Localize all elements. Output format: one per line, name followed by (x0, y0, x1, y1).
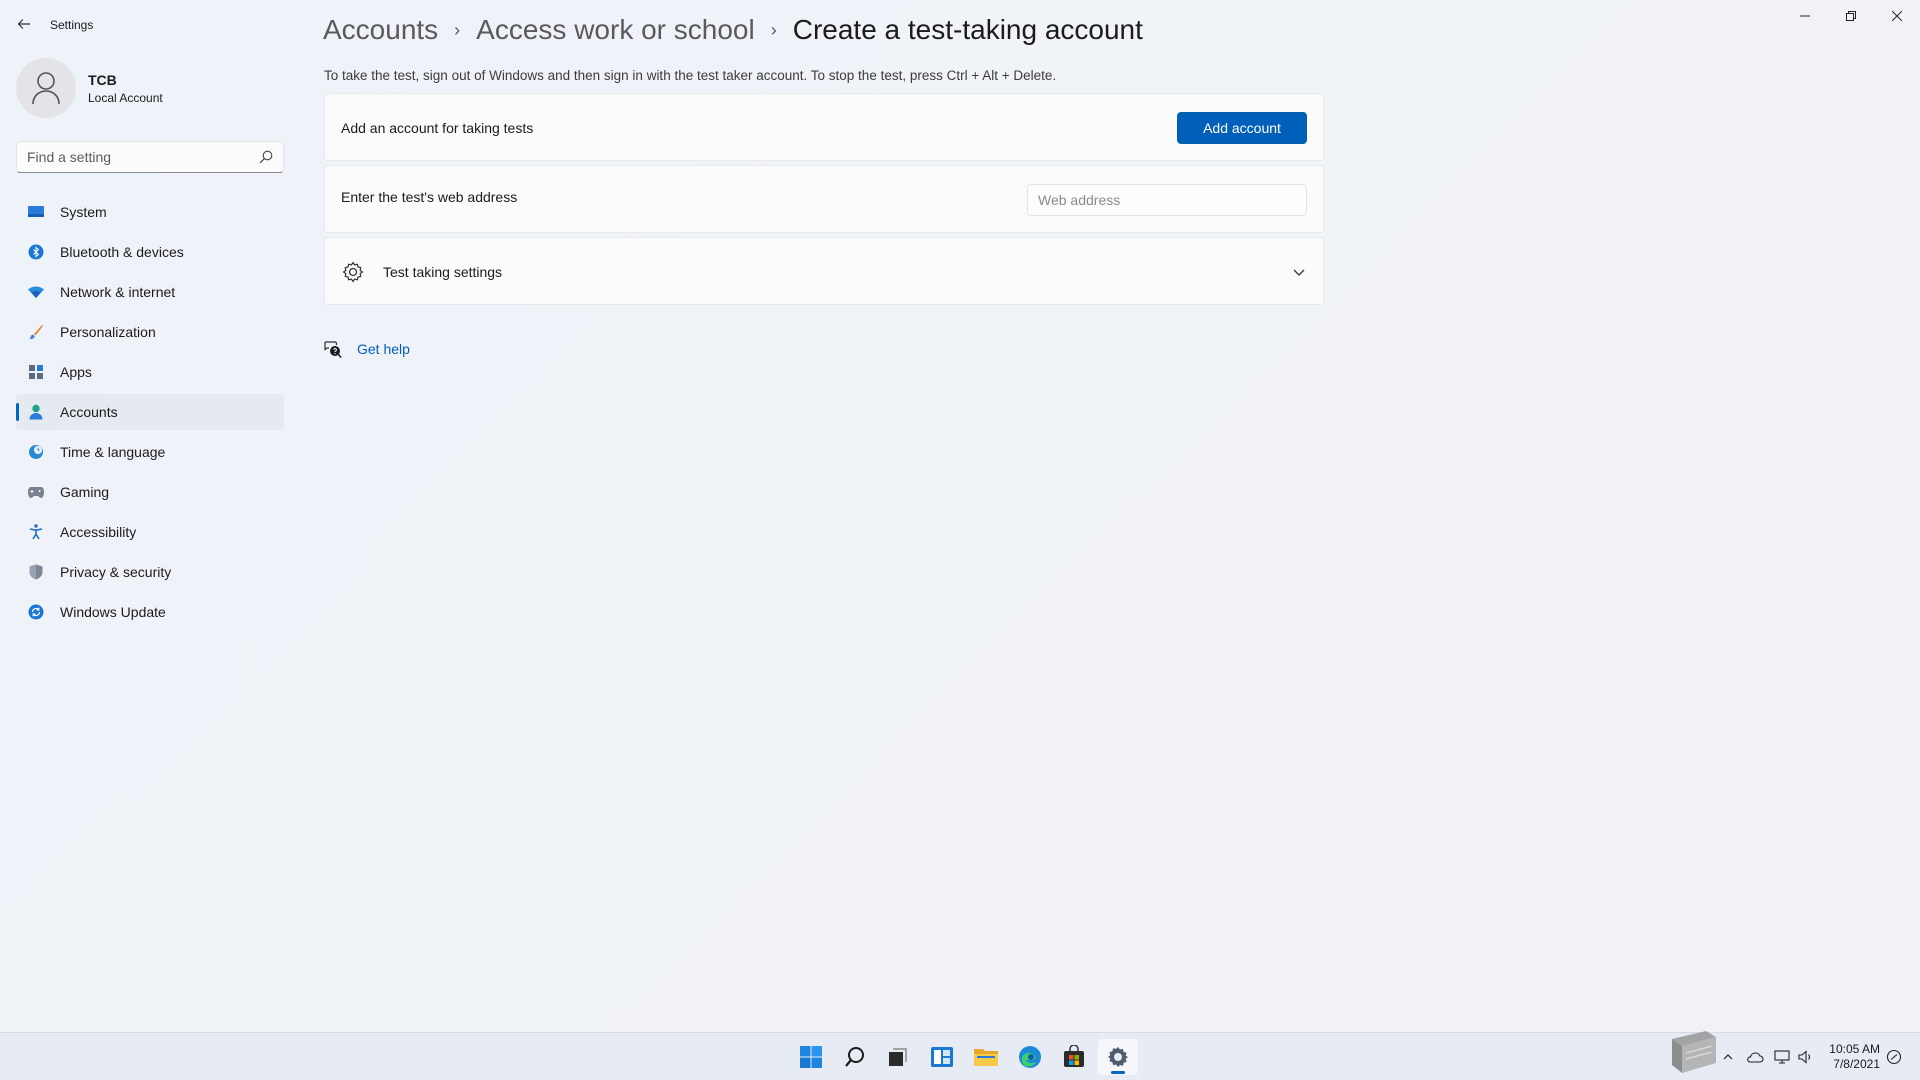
sidebar-item-label: Apps (60, 364, 92, 380)
shield-icon (28, 564, 44, 580)
edge-button[interactable] (1010, 1039, 1050, 1075)
file-explorer-button[interactable] (966, 1039, 1006, 1075)
sidebar-item-privacy-security[interactable]: Privacy & security (16, 554, 284, 590)
clock-date: 7/8/2021 (1833, 1057, 1880, 1071)
maximize-button[interactable] (1828, 0, 1874, 32)
task-view-icon (889, 1048, 907, 1066)
settings-search[interactable] (16, 141, 284, 173)
close-icon (1892, 11, 1902, 21)
breadcrumb-separator: › (454, 19, 461, 40)
test-taking-settings-label: Test taking settings (383, 264, 503, 280)
web-address-input[interactable] (1027, 184, 1307, 216)
breadcrumb-separator: › (770, 19, 777, 40)
sidebar-item-label: Windows Update (60, 604, 166, 620)
back-button[interactable] (12, 12, 36, 36)
sidebar-item-accessibility[interactable]: Accessibility (16, 514, 284, 550)
edge-icon (1019, 1046, 1041, 1068)
brush-icon (28, 324, 44, 340)
sidebar-item-label: Accessibility (60, 524, 137, 540)
clock-time: 10:05 AM (1829, 1042, 1880, 1056)
settings-taskbar-button[interactable] (1098, 1039, 1138, 1075)
sidebar-item-accounts[interactable]: Accounts (16, 394, 284, 430)
start-button[interactable] (791, 1039, 831, 1075)
page-description: To take the test, sign out of Windows an… (324, 68, 1057, 83)
sidebar-item-label: Network & internet (60, 284, 176, 300)
sidebar-item-label: Personalization (60, 324, 156, 340)
add-account-button[interactable]: Add account (1177, 112, 1307, 144)
search-input[interactable] (27, 149, 259, 165)
taskbar-search-button[interactable] (835, 1039, 875, 1075)
web-address-label: Enter the test's web address (341, 189, 518, 205)
start-icon (800, 1046, 822, 1068)
sidebar-item-bluetooth[interactable]: Bluetooth & devices (16, 234, 284, 270)
bluetooth-icon (28, 244, 44, 260)
sidebar-item-personalization[interactable]: Personalization (16, 314, 284, 350)
notification-icon[interactable] (1886, 1049, 1902, 1065)
update-icon (28, 604, 44, 620)
sidebar-item-label: Gaming (60, 484, 110, 500)
chevron-up-icon[interactable] (1722, 1051, 1734, 1063)
task-view-button[interactable] (878, 1039, 918, 1075)
sidebar-item-label: Privacy & security (60, 564, 172, 580)
monitor-icon (28, 204, 44, 220)
sidebar-item-label: System (60, 204, 107, 220)
taskbar: 10:05 AM 7/8/2021 (0, 1032, 1920, 1080)
sidebar-item-label: Accounts (60, 404, 118, 420)
sidebar-item-gaming[interactable]: Gaming (16, 474, 284, 510)
file-explorer-icon (974, 1049, 998, 1066)
network-monitor-icon[interactable] (1774, 1050, 1790, 1064)
sidebar-item-system[interactable]: System (16, 194, 284, 230)
minimize-button[interactable] (1782, 0, 1828, 32)
avatar (16, 58, 76, 118)
sidebar-item-label: Bluetooth & devices (60, 244, 184, 260)
page-title: Create a test-taking account (792, 14, 1143, 45)
get-help[interactable]: Get help (323, 339, 410, 359)
sidebar-nav: System Bluetooth & devices Network & int… (16, 194, 284, 634)
taskbar-clock[interactable]: 10:05 AM 7/8/2021 (1820, 1042, 1880, 1072)
sidebar-item-label: Time & language (60, 444, 166, 460)
add-account-label: Add an account for taking tests (341, 120, 534, 136)
widgets-icon (931, 1047, 953, 1067)
get-help-link[interactable]: Get help (357, 341, 410, 357)
gamepad-icon (28, 484, 44, 500)
person-icon (28, 404, 44, 420)
profile-account-type: Local Account (88, 91, 163, 105)
breadcrumb-accounts[interactable]: Accounts (323, 14, 438, 46)
widgets-button[interactable] (922, 1039, 962, 1075)
close-button[interactable] (1874, 0, 1920, 32)
sidebar-item-network[interactable]: Network & internet (16, 274, 284, 310)
restore-icon (1846, 11, 1856, 21)
minimize-icon (1800, 15, 1810, 17)
store-icon (1064, 1045, 1084, 1067)
web-address-card: Enter the test's web address (324, 165, 1324, 233)
add-account-card: Add an account for taking tests Add acco… (324, 93, 1324, 161)
globe-clock-icon (28, 444, 44, 460)
apps-icon (28, 364, 44, 380)
profile-name: TCB (88, 72, 117, 88)
sidebar-item-apps[interactable]: Apps (16, 354, 284, 390)
cloud-icon[interactable] (1746, 1051, 1764, 1063)
breadcrumb-access-work-school[interactable]: Access work or school (476, 14, 755, 46)
help-chat-icon (324, 341, 342, 358)
breadcrumb: Accounts › Access work or school › Creat… (323, 10, 1143, 50)
volume-icon[interactable] (1798, 1050, 1814, 1064)
person-avatar-icon (32, 72, 60, 105)
settings-window: Settings TCB Local Account System Blueto… (0, 0, 1920, 1032)
store-button[interactable] (1054, 1039, 1094, 1075)
back-arrow-icon (17, 19, 30, 29)
settings-icon (1108, 1047, 1128, 1067)
chevron-down-icon[interactable] (1291, 264, 1307, 280)
system-tray (1722, 1033, 1814, 1080)
search-icon[interactable] (259, 150, 273, 164)
wifi-icon (28, 284, 44, 300)
search-icon (845, 1047, 864, 1067)
accessibility-icon (28, 524, 44, 540)
sidebar-item-time-language[interactable]: Time & language (16, 434, 284, 470)
app-title: Settings (50, 18, 94, 32)
gear-icon (342, 261, 364, 283)
user-profile[interactable]: TCB Local Account (16, 58, 286, 118)
test-taking-settings-card[interactable]: Test taking settings (324, 237, 1324, 305)
sidebar-item-windows-update[interactable]: Windows Update (16, 594, 284, 630)
